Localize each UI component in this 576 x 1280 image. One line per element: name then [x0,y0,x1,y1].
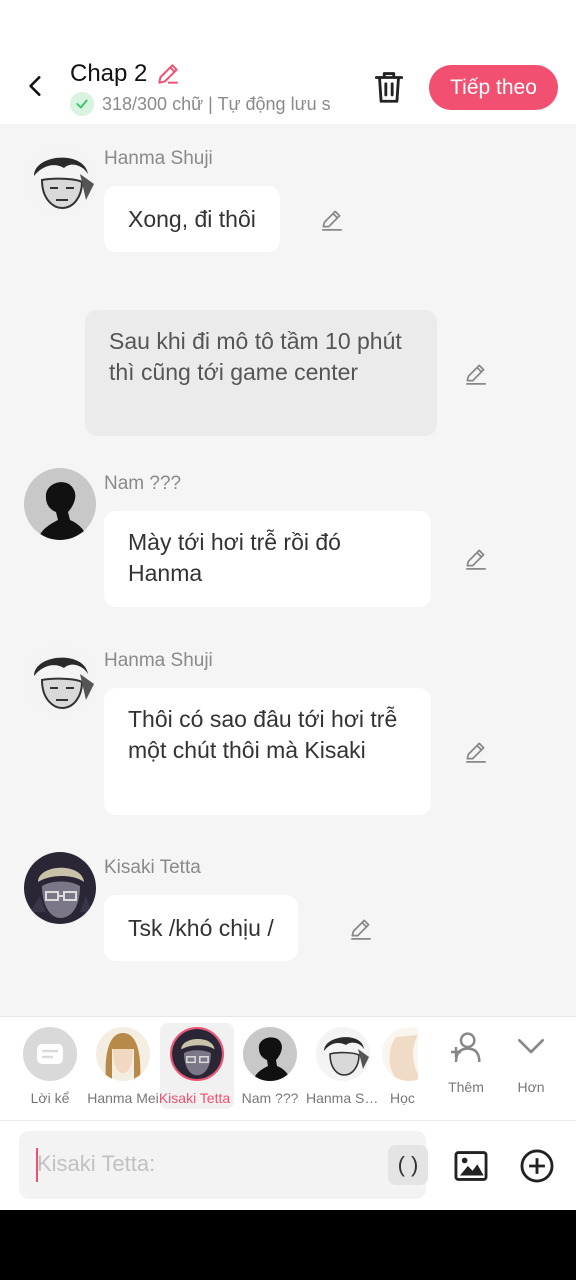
speaker-name: Hanma Shuji [104,650,213,671]
add-label: Thêm [448,1079,484,1095]
character-hoc[interactable]: Học [380,1023,418,1109]
chapter-title-row: Chap 2 [70,60,181,88]
character-hanma-shuji[interactable]: Hanma Sh... [306,1023,380,1109]
character-label: Kisaki Tetta [158,1090,231,1106]
chevron-down-icon [518,1039,544,1054]
character-label: Nam ??? [241,1090,299,1106]
speaker-name: Hanma Shuji [104,148,213,169]
add-circle-icon[interactable] [518,1147,556,1185]
hanma-mei-avatar [96,1027,150,1081]
narrator-avatar [23,1027,77,1081]
parenthesis-button[interactable]: ( ) [388,1145,428,1185]
input-placeholder: Kisaki Tetta: [37,1151,156,1176]
input-bar: Kisaki Tetta: ( ) [0,1120,576,1210]
character-nam[interactable]: Nam ??? [233,1023,307,1109]
image-icon[interactable] [452,1147,490,1185]
character-label: Học [390,1090,415,1106]
avatar-hanma[interactable] [24,644,96,716]
next-button[interactable]: Tiếp theo [429,65,558,110]
message-bubble[interactable]: Tsk /khó chịu / [104,895,298,961]
edit-icon[interactable] [463,545,489,571]
header: Chap 2 318/300 chữ | Tự động lưu s Tiếp … [0,50,576,124]
avatar-nam[interactable] [24,468,96,540]
trash-icon[interactable] [370,68,408,106]
check-icon [70,92,94,116]
message-bubble[interactable]: Mày tới hơi trễ rồi đó Hanma [104,511,431,607]
chat-area: Hanma Shuji Xong, đi thôi Sau khi đi mô … [0,124,576,1016]
more-label: Hơn [517,1079,545,1095]
character-label: Hanma Sh... [306,1090,380,1106]
character-label: Lời kể [30,1090,70,1106]
save-status: 318/300 chữ | Tự động lưu s [70,92,348,116]
speaker-name: Kisaki Tetta [104,857,201,878]
back-button[interactable] [18,68,54,104]
add-character-button[interactable]: Thêm [436,1027,496,1095]
character-narrator[interactable]: Lời kể [13,1023,87,1109]
edit-icon[interactable] [463,360,489,386]
chevron-left-icon [29,76,41,96]
hoc-avatar [382,1027,418,1081]
character-hanma-mei[interactable]: Hanma Mei [86,1023,160,1109]
chapter-title[interactable]: Chap 2 [70,60,147,88]
speaker-name: Nam ??? [104,473,182,494]
nam-avatar [243,1027,297,1081]
message-bubble[interactable]: Xong, đi thôi [104,186,280,252]
hanma-shuji-avatar [316,1027,370,1081]
word-count-text: 318/300 chữ | Tự động lưu s [102,93,331,114]
system-navigation-bar [0,1210,576,1280]
character-selector: Lời kể Hanma Mei Kisaki Tetta Nam ??? Ha… [0,1016,576,1120]
character-label: Hanma Mei [87,1090,159,1106]
avatar-hanma[interactable] [24,144,96,216]
character-kisaki-tetta[interactable]: Kisaki Tetta [159,1023,234,1109]
edit-icon[interactable] [348,915,374,941]
kisaki-tetta-avatar [170,1027,224,1081]
message-bubble[interactable]: Thôi có sao đâu tới hơi trễ một chút thô… [104,688,431,815]
avatar-kisaki[interactable] [24,852,96,924]
more-button[interactable]: Hơn [501,1027,561,1095]
status-bar [0,0,576,50]
message-input[interactable]: Kisaki Tetta: ( ) [19,1131,428,1199]
narration-bubble[interactable]: Sau khi đi mô tô tầm 10 phút thì cũng tớ… [85,310,437,436]
edit-icon[interactable] [319,206,345,232]
pencil-icon[interactable] [155,61,181,87]
add-user-icon [451,1032,481,1063]
edit-icon[interactable] [463,738,489,764]
